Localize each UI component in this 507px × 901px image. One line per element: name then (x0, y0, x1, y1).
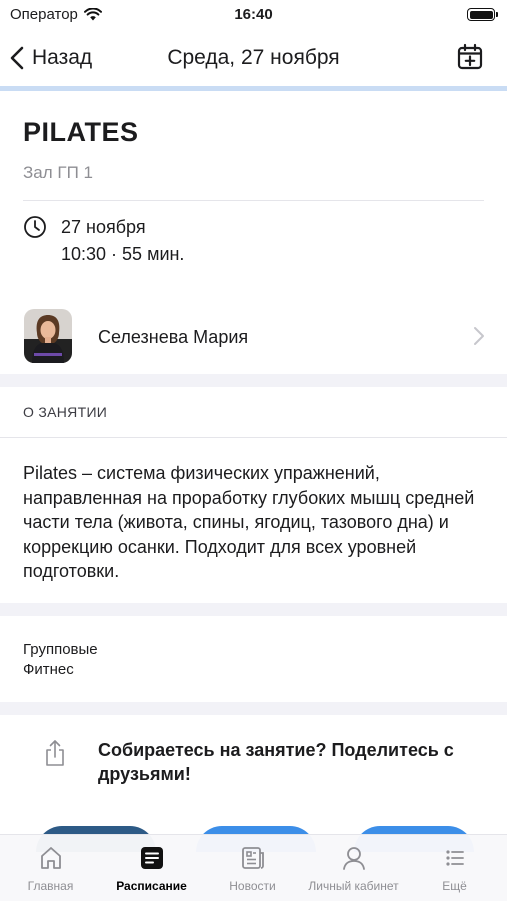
class-title: PILATES (23, 117, 139, 147)
clock-icon (24, 216, 46, 238)
trainer-avatar (24, 309, 72, 363)
status-bar: Оператор 16:40 (0, 0, 507, 30)
profile-icon (342, 847, 365, 870)
divider (23, 200, 484, 201)
class-date: 27 ноября (61, 217, 146, 237)
category-tag: Фитнес (23, 661, 74, 678)
navigation-bar: Назад Среда, 27 ноября (0, 30, 507, 86)
battery-icon (467, 8, 498, 21)
add-to-calendar-icon[interactable] (455, 42, 485, 72)
news-icon (241, 847, 264, 869)
home-icon (40, 847, 61, 869)
share-prompt: Собираетесь на занятие? Поделитесь с дру… (98, 740, 454, 784)
tab-bar: Главная Расписание Новости Личный кабине… (0, 834, 507, 901)
tab-label: Новости (229, 879, 276, 893)
tab-label: Личный кабинет (308, 879, 399, 893)
about-section-header: О ЗАНЯТИИ (23, 404, 108, 420)
class-description: Pilates – система физических упражнений,… (23, 463, 475, 581)
trainer-row[interactable]: Селезнева Мария (0, 304, 507, 370)
share-row[interactable]: Собираетесь на занятие? Поделитесь с дру… (0, 722, 507, 802)
tab-label: Расписание (116, 879, 187, 893)
tab-schedule[interactable]: Расписание (101, 835, 202, 901)
divider (0, 437, 507, 438)
page-title: Среда, 27 ноября (167, 46, 340, 69)
section-separator (0, 374, 507, 387)
schedule-icon (140, 847, 163, 869)
tab-profile[interactable]: Личный кабинет (303, 835, 404, 901)
chevron-right-icon (474, 327, 484, 345)
nav-accent-line (0, 86, 507, 91)
tab-more[interactable]: Ещё (404, 835, 505, 901)
section-separator (0, 702, 507, 715)
more-icon (445, 850, 464, 866)
tab-news[interactable]: Новости (202, 835, 303, 901)
tab-label: Ещё (442, 879, 467, 893)
section-separator (0, 603, 507, 616)
category-tag: Групповые (23, 641, 98, 658)
class-time-duration: 10:30 · 55 мин. (61, 244, 185, 264)
class-hall: Зал ГП 1 (23, 163, 93, 182)
share-icon (46, 740, 64, 766)
status-time: 16:40 (234, 6, 273, 23)
tab-home[interactable]: Главная (0, 835, 101, 901)
tab-label: Главная (27, 879, 74, 893)
trainer-name: Селезнева Мария (98, 327, 249, 347)
